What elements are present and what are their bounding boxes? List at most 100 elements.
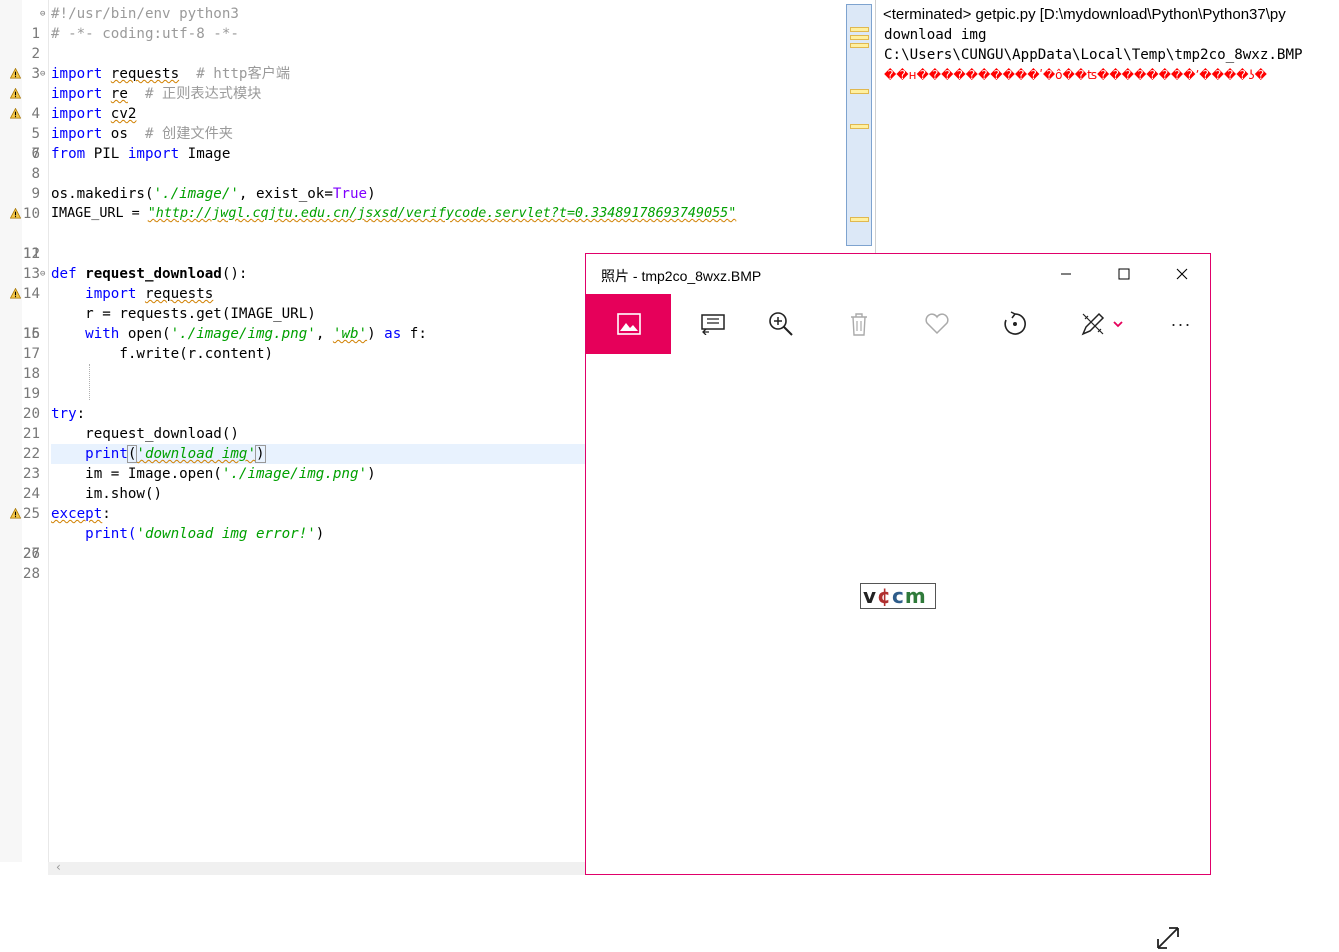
favorite-button[interactable] bbox=[902, 294, 972, 354]
code-keyword: import bbox=[51, 286, 137, 302]
code-text: request_download() bbox=[51, 426, 239, 442]
code-text: requests bbox=[144, 286, 214, 302]
code-line[interactable]: 5 import re # 正则表达式模块 bbox=[0, 84, 845, 142]
line-number: 28 bbox=[22, 566, 40, 582]
fold-icon[interactable]: ⊖ bbox=[40, 64, 45, 84]
code-text: ) bbox=[367, 466, 376, 482]
code-line[interactable]: 9 bbox=[0, 164, 845, 202]
code-bracket-match: ) bbox=[255, 445, 266, 463]
code-text: r = requests.get(IMAGE_URL) bbox=[51, 306, 316, 322]
code-keyword: from bbox=[51, 146, 86, 162]
zoom-button[interactable] bbox=[746, 294, 816, 354]
code-text: im.show() bbox=[51, 486, 163, 502]
code-string: './image/img.png' bbox=[221, 466, 368, 482]
code-line[interactable]: 2 # -*- coding:utf-8 -*- bbox=[0, 24, 845, 62]
code-keyword: import bbox=[51, 86, 103, 102]
code-text: #!/usr/bin/env python3 bbox=[51, 6, 239, 22]
code-text: # -*- coding:utf-8 -*- bbox=[51, 26, 239, 42]
code-text: requests bbox=[110, 66, 180, 82]
warning-icon[interactable] bbox=[10, 88, 21, 99]
code-line[interactable]: 1 ⊖ #!/usr/bin/env python3 bbox=[0, 4, 845, 42]
delete-icon bbox=[851, 313, 867, 336]
overview-mark[interactable] bbox=[850, 43, 869, 48]
chevron-down-icon bbox=[1113, 321, 1123, 328]
code-line[interactable]: 7 import os # 创建文件夹 bbox=[0, 124, 845, 162]
code-text: os bbox=[102, 126, 128, 142]
photos-toolbar: ··· bbox=[586, 294, 1210, 354]
captcha-char: ¢ bbox=[877, 584, 892, 608]
edit-create-button[interactable] bbox=[1062, 294, 1142, 354]
fold-icon[interactable]: ⊖ bbox=[40, 264, 45, 284]
code-line[interactable]: 10 os.makedirs('./image/', exist_ok=True… bbox=[0, 184, 845, 222]
code-text: os.makedirs( bbox=[51, 186, 154, 202]
warning-icon[interactable] bbox=[10, 508, 21, 519]
warning-icon[interactable] bbox=[10, 108, 21, 119]
code-text: ) bbox=[367, 326, 385, 342]
code-line[interactable]: 8 from PIL import Image bbox=[0, 144, 845, 182]
window-title: 照片 - tmp2co_8wxz.BMP bbox=[601, 268, 762, 284]
image-canvas[interactable]: v¢cm bbox=[586, 354, 1210, 949]
code-text: , exist_ok= bbox=[238, 186, 333, 202]
code-keyword: def bbox=[51, 266, 77, 282]
overview-mark[interactable] bbox=[850, 217, 869, 222]
code-text: : bbox=[76, 406, 86, 422]
code-line[interactable]: 12 bbox=[0, 224, 845, 262]
rotate-icon bbox=[1004, 311, 1026, 335]
overview-mark[interactable] bbox=[850, 27, 869, 32]
code-text: PIL bbox=[85, 146, 128, 162]
code-keyword: import bbox=[51, 66, 103, 82]
code-line[interactable]: 4 ⊖ import requests # http客户端 bbox=[0, 64, 845, 122]
image-icon bbox=[616, 313, 641, 335]
code-string: "http://jwgl.cqjtu.edu.cn/jsxsd/verifyco… bbox=[147, 206, 737, 221]
code-text: ) bbox=[315, 526, 325, 542]
code-text: (): bbox=[221, 266, 248, 282]
warning-icon[interactable] bbox=[10, 208, 21, 219]
maximize-icon bbox=[1118, 268, 1130, 280]
console-output-line: C:\Users\CUNGU\AppData\Local\Temp\tmp2co… bbox=[884, 47, 1303, 63]
code-keyword: try bbox=[51, 406, 77, 422]
more-button[interactable]: ··· bbox=[1146, 294, 1216, 354]
console-error-line: ��ʜ����������ʹ�ô��ʦ��������ʼ����ʖ� bbox=[884, 68, 1267, 82]
fold-icon[interactable]: ⊖ bbox=[40, 4, 45, 24]
code-text: re bbox=[110, 86, 128, 102]
more-icon: ··· bbox=[1170, 313, 1192, 334]
overview-mark[interactable] bbox=[850, 35, 869, 40]
code-text: open( bbox=[119, 326, 171, 342]
code-keyword: except bbox=[51, 506, 103, 522]
expand-icon[interactable] bbox=[1154, 924, 1182, 952]
rotate-button[interactable] bbox=[980, 294, 1050, 354]
minimize-button[interactable] bbox=[1037, 254, 1095, 294]
code-function-name: request_download bbox=[76, 266, 222, 282]
photos-window[interactable]: 照片 - tmp2co_8wxz.BMP ··· v¢cm bbox=[585, 253, 1211, 949]
overview-ruler[interactable] bbox=[846, 4, 872, 246]
code-text: cv2 bbox=[110, 106, 137, 122]
code-line[interactable]: 3 bbox=[0, 44, 845, 82]
code-text: Image bbox=[179, 146, 231, 162]
code-text: IMAGE_URL = bbox=[51, 206, 148, 221]
code-comment: # 创建文件夹 bbox=[127, 126, 233, 142]
code-text: f.write(r.content) bbox=[51, 346, 274, 362]
captcha-image: v¢cm bbox=[860, 583, 936, 609]
code-line[interactable]: 11 IMAGE_URL = "http://jwgl.cqjtu.edu.cn… bbox=[0, 204, 845, 262]
overview-mark[interactable] bbox=[850, 89, 869, 94]
maximize-button[interactable] bbox=[1095, 254, 1153, 294]
delete-button[interactable] bbox=[824, 294, 894, 354]
warning-icon[interactable] bbox=[10, 288, 21, 299]
close-icon bbox=[1176, 268, 1188, 280]
code-string: './image/img.png' bbox=[170, 326, 316, 342]
code-keyword: import bbox=[51, 106, 103, 122]
scroll-left-icon[interactable]: ‹ bbox=[56, 860, 61, 874]
code-line[interactable]: 6 import cv2 bbox=[0, 104, 845, 162]
view-image-button[interactable] bbox=[586, 294, 671, 354]
code-text: : bbox=[102, 506, 111, 522]
window-titlebar[interactable]: 照片 - tmp2co_8wxz.BMP bbox=[586, 254, 1210, 294]
code-keyword: import bbox=[127, 146, 180, 162]
overview-mark[interactable] bbox=[850, 124, 869, 129]
code-keyword: print( bbox=[51, 526, 137, 542]
warning-icon[interactable] bbox=[10, 68, 21, 79]
close-button[interactable] bbox=[1153, 254, 1211, 294]
captcha-char: m bbox=[904, 584, 927, 608]
slideshow-button[interactable] bbox=[678, 294, 748, 354]
code-text: f: bbox=[401, 326, 427, 342]
captcha-char: v bbox=[863, 584, 878, 608]
